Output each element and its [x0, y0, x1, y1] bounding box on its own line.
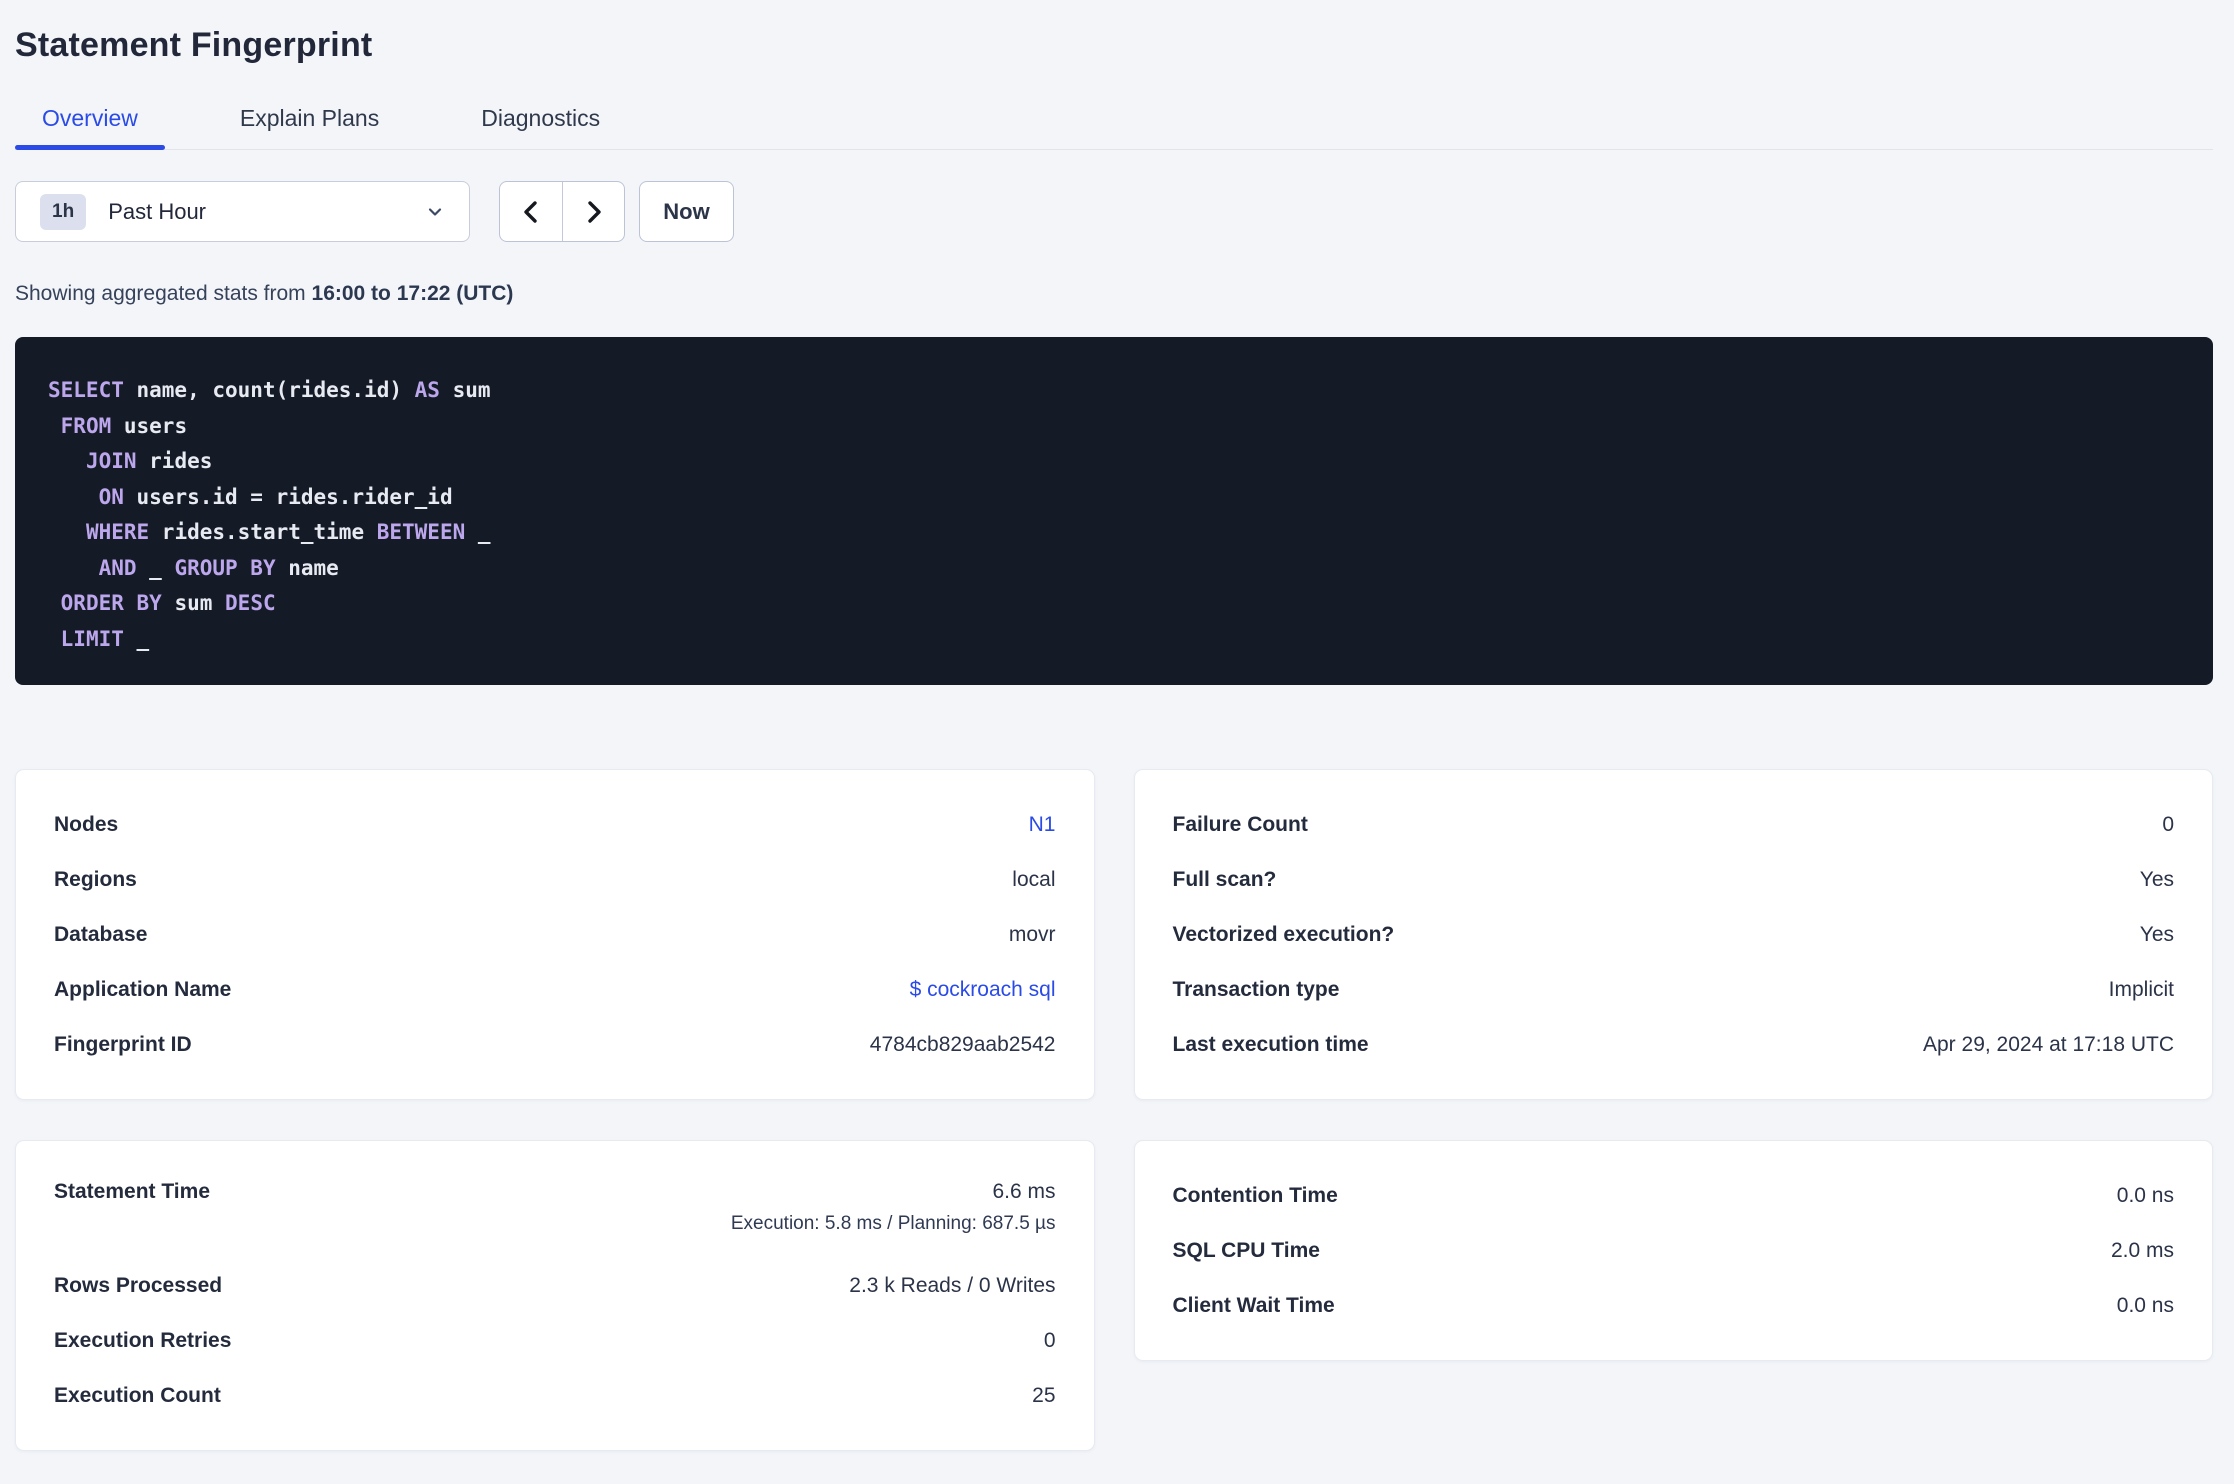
sql-statement-block: SELECT name, count(rides.id) AS sum FROM… [15, 337, 2213, 685]
row-transaction-type: Transaction type Implicit [1173, 962, 2175, 1017]
chevron-left-icon [524, 200, 537, 223]
sql-line: ON users.id = rides.rider_id [98, 484, 453, 509]
tab-diagnostics-label: Diagnostics [481, 105, 601, 131]
application-name-link[interactable]: $ cockroach sql [910, 978, 1056, 1002]
row-label: Execution Count [54, 1383, 221, 1407]
stats-summary-range: 16:00 to 17:22 (UTC) [311, 282, 514, 305]
row-value: 0.0 ns [2116, 1183, 2174, 1207]
next-range-button[interactable] [562, 182, 624, 241]
statement-times-card: Statement Time 6.6 ms Execution: 5.8 ms … [15, 1140, 1095, 1451]
row-label: Client Wait Time [1172, 1293, 1335, 1317]
row-contention-time: Contention Time 0.0 ns [1173, 1168, 2175, 1223]
row-application-name: Application Name $ cockroach sql [54, 962, 1056, 1017]
row-label: Database [54, 922, 148, 946]
statement-fingerprint-page: Statement Fingerprint Overview Explain P… [0, 26, 2234, 1451]
chevron-right-icon [587, 200, 601, 223]
previous-range-button[interactable] [500, 182, 562, 241]
row-value: Yes [2139, 867, 2174, 891]
range-step-buttons [499, 181, 625, 242]
nodes-link[interactable]: N1 [1029, 813, 1056, 837]
sql-line: JOIN rides [85, 449, 213, 473]
sql-line: ORDER BY sum DESC [60, 591, 276, 615]
row-value: Yes [2139, 922, 2174, 946]
active-tab-underline [15, 145, 165, 150]
row-label: Execution Retries [54, 1328, 232, 1352]
row-statement-time: Statement Time 6.6 ms Execution: 5.8 ms … [54, 1168, 1056, 1258]
row-label: Vectorized execution? [1172, 922, 1395, 946]
row-value: local [1012, 867, 1056, 891]
tab-diagnostics[interactable]: Diagnostics [454, 105, 627, 149]
row-label: Statement Time [54, 1180, 210, 1203]
row-sql-cpu-time: SQL CPU Time 2.0 ms [1173, 1223, 2175, 1278]
row-value: 0 [2162, 812, 2174, 836]
row-execution-count: Execution Count 25 [54, 1368, 1056, 1423]
sql-line: FROM users [60, 413, 188, 438]
sql-line: WHERE rides.start_time BETWEEN _ [85, 520, 491, 544]
row-value: Apr 29, 2024 at 17:18 UTC [1923, 1032, 2174, 1056]
statement-details-card: Nodes N1 Regions local Database movr App… [15, 769, 1095, 1100]
time-range-label: Past Hour [108, 198, 207, 224]
time-range-picker[interactable]: 1h Past Hour [15, 181, 470, 242]
row-fingerprint-id: Fingerprint ID 4784cb829aab2542 [54, 1017, 1056, 1072]
row-full-scan: Full scan? Yes [1173, 852, 2175, 907]
row-value: 0 [1043, 1328, 1056, 1352]
row-vectorized-execution: Vectorized execution? Yes [1173, 907, 2175, 962]
row-label: Transaction type [1172, 977, 1340, 1001]
row-nodes: Nodes N1 [54, 797, 1056, 852]
row-value: 2.3 k Reads / 0 Writes [849, 1273, 1056, 1297]
sql-line: LIMIT _ [60, 626, 150, 651]
row-label: Failure Count [1172, 812, 1308, 836]
row-subvalue: Execution: 5.8 ms / Planning: 687.5 µs [730, 1213, 1056, 1234]
time-range-badge: 1h [40, 193, 87, 230]
row-value: movr [1008, 922, 1056, 946]
wait-times-card: Contention Time 0.0 ns SQL CPU Time 2.0 … [1133, 1140, 2213, 1361]
row-value: Implicit [2108, 977, 2174, 1001]
chevron-down-icon [428, 207, 442, 216]
row-value: 6.6 ms [992, 1180, 1056, 1203]
row-label: Fingerprint ID [54, 1032, 192, 1056]
now-button[interactable]: Now [639, 181, 734, 242]
row-database: Database movr [54, 907, 1056, 962]
row-label: Contention Time [1172, 1183, 1338, 1207]
row-rows-processed: Rows Processed 2.3 k Reads / 0 Writes [54, 1258, 1056, 1313]
aggregated-stats-summary: Showing aggregated stats from 16:00 to 1… [15, 282, 2213, 306]
sql-line: SELECT name, count(rides.id) AS sum [48, 378, 491, 402]
row-value: 4784cb829aab2542 [869, 1032, 1056, 1056]
tab-overview[interactable]: Overview [15, 105, 165, 150]
tab-explain-plans-label: Explain Plans [239, 105, 380, 131]
row-label: Last execution time [1172, 1032, 1369, 1056]
row-execution-retries: Execution Retries 0 [54, 1313, 1056, 1368]
sql-statement-text: SELECT name, count(rides.id) AS sum FROM… [48, 373, 2180, 657]
stats-summary-prefix: Showing aggregated stats from [15, 282, 312, 305]
row-label: Nodes [54, 812, 119, 836]
row-label: SQL CPU Time [1172, 1238, 1320, 1262]
execution-attributes-card: Failure Count 0 Full scan? Yes Vectorize… [1133, 769, 2213, 1100]
row-value: 2.0 ms [2110, 1238, 2174, 1262]
tab-bar: Overview Explain Plans Diagnostics [15, 105, 2213, 150]
row-regions: Regions local [54, 852, 1056, 907]
row-failure-count: Failure Count 0 [1173, 797, 2175, 852]
time-range-toolbar: 1h Past Hour Now [15, 181, 2213, 242]
tab-overview-label: Overview [42, 105, 138, 131]
page-title: Statement Fingerprint [15, 26, 373, 64]
row-client-wait-time: Client Wait Time 0.0 ns [1173, 1278, 2175, 1333]
sql-line: AND _ GROUP BY name [98, 555, 339, 580]
row-value: 0.0 ns [2116, 1293, 2174, 1317]
row-value: 25 [1032, 1383, 1056, 1407]
row-label: Full scan? [1172, 867, 1277, 891]
row-label: Application Name [54, 977, 232, 1001]
statement-time-values: 6.6 ms Execution: 5.8 ms / Planning: 687… [731, 1180, 1056, 1235]
row-label: Rows Processed [54, 1273, 223, 1297]
row-label: Regions [54, 867, 137, 891]
tab-explain-plans[interactable]: Explain Plans [213, 105, 406, 149]
details-card-grid: Nodes N1 Regions local Database movr App… [15, 769, 2213, 1451]
row-last-execution-time: Last execution time Apr 29, 2024 at 17:1… [1173, 1017, 2175, 1072]
